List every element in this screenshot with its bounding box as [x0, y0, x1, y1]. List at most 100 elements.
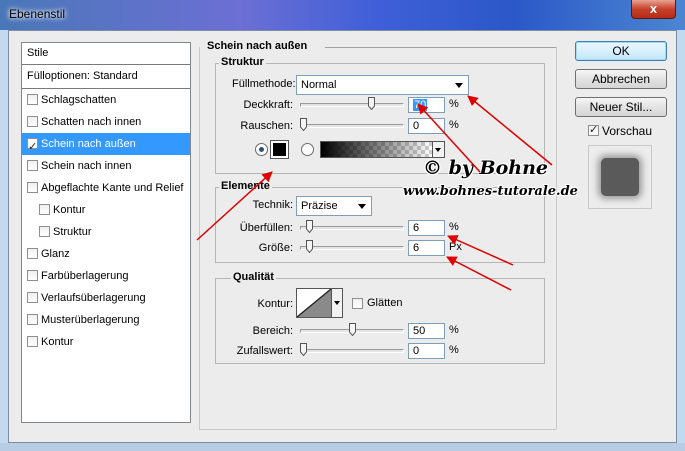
technique-value: Präzise [301, 200, 338, 212]
size-slider[interactable] [300, 246, 404, 250]
spread-label: Überfüllen: [239, 222, 293, 234]
panel-frame-left [199, 47, 200, 429]
watermark-author: © by Bohne [423, 157, 549, 179]
opacity-label: Deckkraft: [243, 99, 293, 111]
style-item[interactable]: Schein nach innen [22, 155, 190, 177]
blend-mode-label: Füllmethode: [232, 78, 296, 90]
style-item-checkbox[interactable] [27, 136, 38, 158]
technique-label: Technik: [252, 199, 293, 211]
panel-frame-right [556, 47, 557, 429]
gradient-radio[interactable] [301, 143, 314, 156]
opacity-slider[interactable] [300, 103, 404, 107]
contour-picker[interactable] [296, 288, 332, 318]
technique-dropdown[interactable]: Präzise [296, 196, 372, 216]
style-item[interactable]: Farbüberlagerung [22, 265, 190, 287]
style-item[interactable]: Schein nach außen [22, 133, 190, 158]
spread-unit: % [449, 221, 459, 233]
size-unit: Px [449, 241, 462, 253]
style-item-checkbox[interactable] [27, 94, 38, 105]
style-item-label: Kontur [41, 336, 74, 348]
style-item[interactable]: Kontur [22, 331, 190, 353]
elemente-title: Elemente [219, 180, 272, 192]
style-item[interactable]: Musterüberlagerung [22, 309, 190, 331]
style-item-label: Abgeflachte Kante und Relief [41, 182, 184, 194]
style-item[interactable]: Struktur [22, 221, 190, 243]
style-item-checkbox[interactable] [27, 292, 38, 303]
style-item-label: Struktur [53, 226, 92, 238]
style-item-checkbox[interactable] [27, 160, 38, 171]
styles-list: Stile Fülloptionen: Standard Schlagschat… [21, 42, 191, 423]
new-style-button[interactable]: Neuer Stil... [575, 97, 667, 117]
opacity-input[interactable]: 70 [408, 97, 445, 113]
opacity-slider-thumb[interactable] [367, 97, 375, 110]
ok-button[interactable]: OK [575, 41, 667, 61]
style-item-checkbox[interactable] [27, 270, 38, 281]
spread-slider[interactable] [300, 226, 404, 230]
style-item-checkbox[interactable] [39, 204, 50, 215]
cancel-button[interactable]: Abbrechen [575, 69, 667, 89]
window-title: Ebenenstil [9, 7, 66, 21]
color-radio[interactable] [255, 143, 268, 156]
opacity-unit: % [449, 98, 459, 110]
qualitaet-title: Qualität [231, 271, 276, 283]
jitter-label: Zufallswert: [236, 345, 293, 357]
style-item[interactable]: Schlagschatten [22, 89, 190, 111]
range-input[interactable]: 50 [408, 323, 445, 339]
style-item[interactable]: Schatten nach innen [22, 111, 190, 133]
chevron-down-icon [455, 83, 463, 88]
range-unit: % [449, 324, 459, 336]
contour-label: Kontur: [257, 298, 293, 310]
contour-dropdown-button[interactable] [332, 288, 343, 318]
close-icon: x [649, 1, 658, 16]
style-item-label: Kontur [53, 204, 86, 216]
style-item-checkbox[interactable] [27, 116, 38, 127]
style-item-checkbox[interactable] [27, 336, 38, 347]
dialog-body: Stile Fülloptionen: Standard Schlagschat… [8, 30, 677, 443]
blend-mode-dropdown[interactable]: Normal [296, 75, 469, 95]
glow-color-swatch[interactable] [270, 140, 289, 159]
style-item[interactable]: Abgeflachte Kante und Relief [22, 177, 190, 199]
opacity-value: 70 [413, 99, 428, 111]
jitter-unit: % [449, 344, 459, 356]
watermark-url: www.bohnes-tutorale.de [403, 184, 578, 199]
jitter-slider[interactable] [300, 349, 404, 353]
size-input[interactable]: 6 [408, 240, 445, 256]
preview-swatch [601, 158, 639, 196]
style-item-checkbox[interactable] [27, 182, 38, 193]
contour-curve-icon [296, 288, 332, 318]
styles-header[interactable]: Stile [22, 43, 190, 65]
noise-input[interactable]: 0 [408, 118, 445, 134]
style-item[interactable]: Verlaufsüberlagerung [22, 287, 190, 309]
gradient-dropdown-button[interactable] [433, 141, 445, 158]
style-item-label: Schein nach innen [41, 160, 132, 172]
style-item-label: Musterüberlagerung [41, 314, 140, 326]
jitter-slider-thumb[interactable] [300, 343, 307, 356]
noise-slider-thumb[interactable] [300, 118, 307, 131]
panel-title-line [325, 47, 557, 48]
size-slider-thumb[interactable] [305, 240, 313, 253]
close-button[interactable]: x [631, 0, 676, 19]
antialias-checkbox[interactable] [352, 298, 363, 309]
style-item-checkbox[interactable] [27, 314, 38, 325]
style-item[interactable]: Kontur [22, 199, 190, 221]
title-bar[interactable]: Ebenenstil x [0, 0, 685, 30]
fill-options-item[interactable]: Fülloptionen: Standard [22, 65, 190, 89]
style-item-label: Schatten nach innen [41, 116, 142, 128]
spread-input[interactable]: 6 [408, 220, 445, 236]
style-item-checkbox[interactable] [27, 248, 38, 259]
range-slider-thumb[interactable] [348, 323, 356, 336]
style-item[interactable]: Glanz [22, 243, 190, 265]
noise-slider[interactable] [300, 124, 404, 128]
antialias-label: Glätten [367, 297, 403, 309]
noise-label: Rauschen: [240, 120, 293, 132]
preview-checkbox[interactable] [588, 123, 599, 136]
glow-gradient-picker[interactable] [320, 141, 433, 158]
layer-style-dialog: Ebenenstil x Stile Fülloptionen: Standar… [0, 0, 685, 451]
blend-mode-value: Normal [301, 79, 337, 91]
spread-slider-thumb[interactable] [305, 220, 313, 233]
preview-label: Vorschau [602, 124, 653, 138]
panel-frame-bottom [199, 429, 556, 430]
style-item-checkbox[interactable] [39, 226, 50, 237]
struktur-title: Struktur [219, 56, 266, 68]
jitter-input[interactable]: 0 [408, 343, 445, 359]
